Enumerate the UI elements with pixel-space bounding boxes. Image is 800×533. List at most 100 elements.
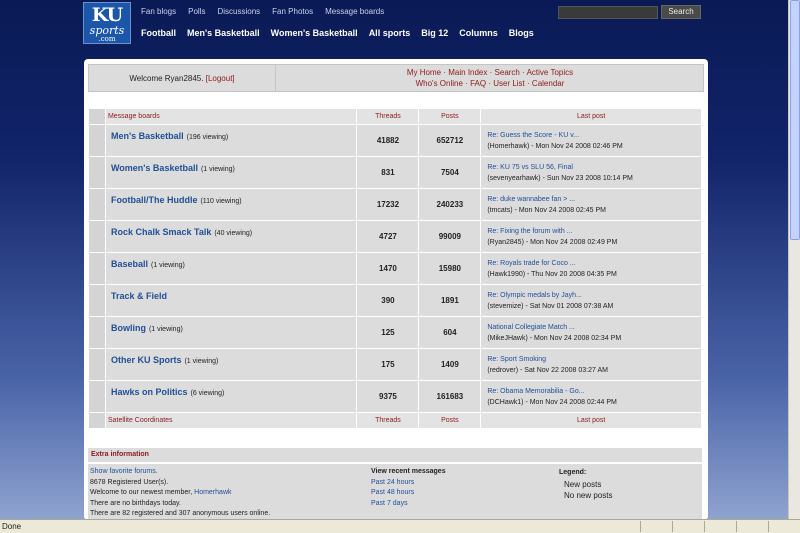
search-input[interactable] — [558, 6, 658, 19]
forum-link[interactable]: Bowling — [111, 323, 146, 333]
mainnav-big-12[interactable]: Big 12 — [421, 28, 448, 38]
search-button[interactable]: Search — [661, 5, 701, 19]
mainnav-all-sports[interactable]: All sports — [369, 28, 411, 38]
forum-link[interactable]: Rock Chalk Smack Talk — [111, 227, 211, 237]
last-post-author: (redrover) - Sat Nov 22 2008 03:27 AM — [487, 366, 608, 374]
link-active-topics[interactable]: Active Topics — [527, 68, 574, 77]
registered-count: 8678 Registered User(s). — [90, 478, 169, 486]
last-post-cell: Re: Olympic medals by Jayh... (stevemize)… — [480, 284, 702, 317]
forum-link[interactable]: Baseball — [111, 259, 148, 269]
legend-heading: Legend: — [559, 469, 587, 476]
topnav-message-boards[interactable]: Message boards — [325, 7, 384, 16]
last-post-link[interactable]: Re: Royals trade for Coco ... — [487, 258, 701, 269]
link-faq[interactable]: FAQ — [470, 79, 486, 88]
recent-24-hours-link[interactable]: Past 24 hours — [371, 479, 414, 486]
logo-ku-text: KU — [91, 4, 123, 26]
mainnav-columns[interactable]: Columns — [459, 28, 498, 38]
forum-link[interactable]: Women's Basketball — [111, 163, 198, 173]
last-post-author: (tmcats) - Mon Nov 24 2008 02:45 PM — [487, 206, 606, 214]
mainnav-blogs[interactable]: Blogs — [509, 28, 534, 38]
extra-info-heading: Extra information — [88, 448, 702, 462]
forum-cell: Baseball (1 viewing) — [104, 252, 358, 285]
forum-link[interactable]: Hawks on Politics — [111, 387, 188, 397]
last-post-link[interactable]: Re: Olympic medals by Jayh... — [487, 290, 701, 301]
threads-count: 9375 — [356, 380, 420, 413]
last-post-author: (Hawk1990) - Thu Nov 20 2008 04:35 PM — [487, 270, 617, 278]
table-row: Rock Chalk Smack Talk (40 viewing) 4727 990… — [88, 220, 702, 253]
welcome-text: Welcome Ryan2845. — [129, 73, 204, 83]
link-user-list[interactable]: User List — [493, 79, 525, 88]
last-post-cell: Re: Royals trade for Coco ... (Hawk1990) … — [480, 252, 702, 285]
threads-count: 41882 — [356, 124, 420, 157]
table-header-row: Message boards Threads Posts Last post — [88, 108, 702, 125]
last-post-link[interactable]: Re: KU 75 vs SLU 56, Final — [487, 162, 701, 173]
threads-count: 175 — [356, 348, 420, 381]
topnav-fan-photos[interactable]: Fan Photos — [272, 7, 313, 16]
link-my-home[interactable]: My Home — [407, 68, 441, 77]
show-favorites-link[interactable]: Show favorite forums. — [90, 468, 158, 475]
table-row: Track & Field 390 1891 Re: Olympic medals b… — [88, 284, 702, 317]
topnav-discussions[interactable]: Discussions — [217, 7, 260, 16]
forum-cell: Men's Basketball (196 viewing) — [104, 124, 358, 157]
table-row: Baseball (1 viewing) 1470 15980 Re: Royals t… — [88, 252, 702, 285]
forum-link[interactable]: Other KU Sports — [111, 355, 182, 365]
kusports-logo[interactable]: KU sports .com — [83, 2, 131, 44]
last-post-link[interactable]: Re: Obama Memorabilia - Go... — [487, 386, 701, 397]
header-spacer — [88, 108, 106, 125]
last-post-link[interactable]: Re: Guess the Score - KU v... — [487, 130, 701, 141]
viewing-count: (110 viewing) — [200, 198, 242, 205]
row-status-cell — [88, 188, 106, 221]
recent-7-days-link[interactable]: Past 7 days — [371, 500, 408, 507]
recent-48-hours-link[interactable]: Past 48 hours — [371, 489, 414, 496]
viewing-count: (1 viewing) — [200, 166, 235, 173]
forum-cell: Track & Field — [104, 284, 358, 317]
newest-member-link[interactable]: Homerhawk — [194, 489, 231, 496]
last-post-cell: Re: Obama Memorabilia - Go... (DCHawk1) -… — [480, 380, 702, 413]
status-divider — [640, 521, 641, 532]
message-boards-table: Message boards Threads Posts Last post M… — [88, 108, 702, 429]
topnav-fan-blogs[interactable]: Fan blogs — [141, 7, 176, 16]
last-post-link[interactable]: Re: Fixing the forum with ... — [487, 226, 701, 237]
mainnav-womens-basketball[interactable]: Women's Basketball — [271, 28, 358, 38]
posts-count: 652712 — [418, 124, 482, 157]
birthdays-text: There are no birthdays today. — [90, 499, 181, 507]
mainnav-football[interactable]: Football — [141, 28, 176, 38]
link-calendar[interactable]: Calendar — [532, 79, 564, 88]
row-status-cell — [88, 124, 106, 157]
last-post-cell: Re: KU 75 vs SLU 56, Final (sevenyearhawk… — [480, 156, 702, 189]
forum-link[interactable]: Track & Field — [111, 291, 167, 301]
table-row: Men's Basketball (196 viewing) 41882 652712… — [88, 124, 702, 157]
legend-new-posts: New posts — [564, 479, 602, 489]
last-post-link[interactable]: Re: duke wannabee fan > ... — [487, 194, 701, 205]
mainnav-mens-basketball[interactable]: Men's Basketball — [187, 28, 260, 38]
last-post-link[interactable]: National Collegiate Match ... — [487, 322, 701, 333]
forum-link[interactable]: Football/The Huddle — [111, 195, 198, 205]
table-row: Other KU Sports (1 viewing) 175 1409 Re: Spo… — [88, 348, 702, 381]
last-post-link[interactable]: Re: Sport Smoking — [487, 354, 701, 365]
logout-link[interactable]: [Logout] — [206, 74, 235, 83]
link-whos-online[interactable]: Who's Online — [416, 79, 463, 88]
link-search[interactable]: Search — [495, 68, 520, 77]
last-post-author: (MikeJHawk) - Mon Nov 24 2008 02:34 PM — [487, 334, 622, 342]
legend: Legend: New posts No new posts — [559, 467, 699, 502]
online-users-text: There are 82 registered and 307 anonymou… — [90, 510, 271, 517]
viewing-count: (1 viewing) — [150, 262, 185, 269]
last-post-author: (DCHawk1) - Mon Nov 24 2008 02:44 PM — [487, 398, 617, 406]
link-main-index[interactable]: Main Index — [448, 68, 487, 77]
footer-posts: Posts — [418, 412, 482, 429]
forum-link[interactable]: Men's Basketball — [111, 131, 184, 141]
footer-satellite-coordinates[interactable]: Satellite Coordinates — [104, 412, 358, 429]
extra-info-section: Show favorite forums. 8678 Registered Us… — [88, 464, 702, 520]
vertical-scrollbar[interactable] — [788, 0, 800, 519]
table-row: Football/The Huddle (110 viewing) 17232 240… — [88, 188, 702, 221]
table-row: Bowling (1 viewing) 125 604 National Collegi… — [88, 316, 702, 349]
posts-count: 15980 — [418, 252, 482, 285]
posts-count: 161683 — [418, 380, 482, 413]
header-last-post: Last post — [480, 108, 702, 125]
main-navigation: Football Men's Basketball Women's Basket… — [141, 28, 545, 38]
posts-count: 240233 — [418, 188, 482, 221]
topnav-polls[interactable]: Polls — [188, 7, 205, 16]
scrollbar-thumb[interactable] — [790, 0, 800, 240]
last-post-author: (stevemize) - Sat Nov 01 2008 07:38 AM — [487, 302, 614, 310]
forum-cell: Bowling (1 viewing) — [104, 316, 358, 349]
